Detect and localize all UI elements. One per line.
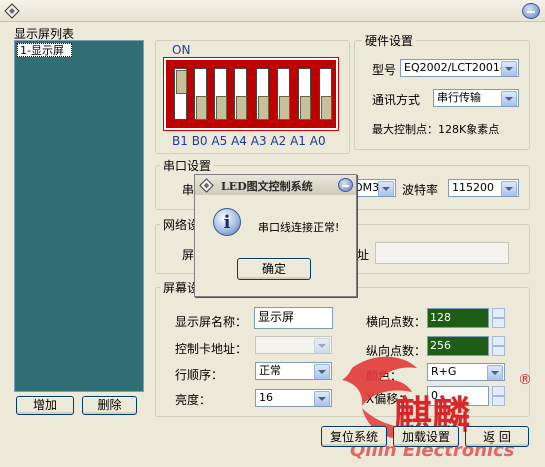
title-bar [0, 0, 545, 22]
chevron-down-icon[interactable] [501, 91, 517, 106]
network-address-field[interactable] [375, 242, 509, 264]
screen-name-label: 显示屏名称： [175, 315, 248, 329]
back-button[interactable]: 返 回 [465, 426, 529, 447]
brightness-label: 亮度： [175, 393, 212, 407]
dip-switch-a2[interactable] [277, 68, 290, 120]
dialog-message: 串口线连接正常! [258, 221, 340, 234]
dip-switch-a1[interactable] [298, 68, 311, 120]
add-button[interactable]: 增加 [16, 396, 74, 415]
dip-switch-a0[interactable] [319, 68, 332, 120]
hardware-group-title: 硬件设置 [362, 32, 417, 49]
chevron-down-icon[interactable] [378, 181, 394, 196]
dialog-title: LED图文控制系统 [221, 180, 313, 193]
serial-port-value: OM3 [354, 181, 380, 194]
row-order-select[interactable]: 正常 [255, 362, 332, 380]
watermark-registered: ® [518, 372, 532, 388]
chevron-down-icon[interactable] [501, 181, 517, 196]
network-label: 屏 [182, 248, 195, 262]
dip-switch-a5[interactable] [214, 68, 227, 120]
card-address-select[interactable] [255, 336, 332, 354]
info-icon: i [213, 208, 241, 236]
dip-switch-a4[interactable] [234, 68, 247, 120]
screen-name-field[interactable]: 显示屏 [254, 307, 333, 329]
brightness-value: 16 [259, 391, 273, 404]
dip-on-label: ON [172, 43, 191, 57]
model-select[interactable]: EQ2002/LCT2001-1 [400, 59, 519, 77]
app-diamond-icon[interactable] [4, 3, 20, 19]
dip-switch-b1[interactable] [174, 68, 187, 120]
dip-switch-a3[interactable] [256, 68, 269, 120]
comm-label: 通讯方式 [372, 93, 421, 107]
model-label: 型号 [372, 63, 397, 77]
brightness-select[interactable]: 16 [255, 389, 332, 407]
baud-label: 波特率 [402, 183, 439, 197]
baud-select[interactable]: 115200 [448, 179, 519, 197]
h-points-spinner[interactable] [492, 308, 505, 328]
chevron-down-icon[interactable] [314, 391, 330, 406]
message-dialog: LED图文控制系统 i 串口线连接正常! 确定 [194, 174, 357, 297]
chevron-down-icon[interactable] [314, 338, 330, 353]
app-diamond-icon [199, 178, 214, 193]
row-order-value: 正常 [259, 364, 281, 377]
serial-group-title: 串口设置 [160, 157, 215, 174]
row-order-label: 行顺序： [175, 368, 224, 382]
screen-list[interactable]: 1-显示屏 [14, 40, 144, 392]
chevron-down-icon[interactable] [501, 61, 517, 76]
list-item[interactable]: 1-显示屏 [17, 43, 72, 57]
network-address-label: 址 [357, 248, 370, 262]
minimize-icon[interactable] [522, 3, 540, 19]
ok-button[interactable]: 确定 [237, 258, 311, 280]
chevron-down-icon[interactable] [314, 364, 330, 379]
delete-button[interactable]: 删除 [82, 396, 137, 415]
h-points-field[interactable]: 128 [427, 308, 489, 328]
comm-value: 串行传输 [437, 91, 481, 104]
serial-port-label: 串 [182, 183, 195, 197]
comm-select[interactable]: 串行传输 [433, 89, 519, 107]
minimize-icon[interactable] [338, 178, 353, 192]
max-points-text: 最大控制点：128K象素点 [372, 123, 500, 136]
model-value: EQ2002/LCT2001-1 [404, 61, 511, 74]
card-address-label: 控制卡地址： [175, 342, 248, 356]
reset-system-button[interactable]: 复位系统 [321, 426, 387, 447]
dip-switch[interactable] [163, 57, 339, 131]
dip-labels: B1 B0 A5 A4 A3 A2 A1 A0 [172, 134, 326, 148]
dip-switch-b0[interactable] [194, 68, 207, 120]
load-settings-button[interactable]: 加载设置 [393, 426, 459, 447]
h-points-label: 横向点数： [366, 315, 427, 329]
baud-value: 115200 [452, 181, 494, 194]
